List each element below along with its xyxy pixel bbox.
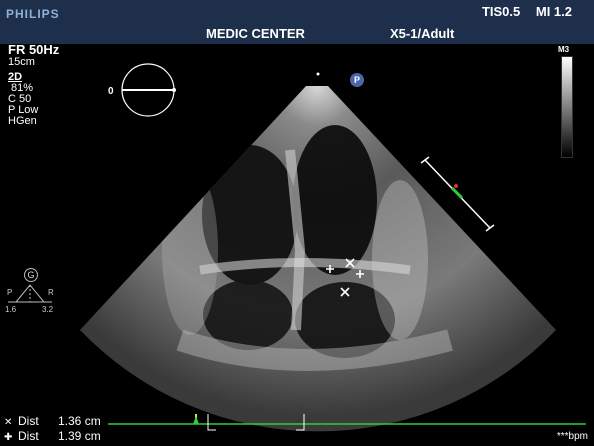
caliper-x-icon: ✕: [4, 417, 13, 428]
measurement-row: ✕ Dist 1.36 cm: [4, 414, 101, 428]
gauge-letter: G: [24, 268, 38, 282]
cardiac-chambers: [162, 125, 453, 371]
measurement-label: Dist: [18, 414, 39, 428]
caliper-plus-icon: ✚: [4, 432, 13, 443]
probe-orientation-marker: P: [350, 73, 364, 87]
gauge-left-value: 1.6: [5, 305, 17, 314]
ultrasound-image: [8, 63, 586, 432]
measurement-value: 1.39 cm: [58, 429, 101, 443]
orientation-angle-label: 0: [108, 86, 114, 97]
measurement-label: Dist: [18, 429, 39, 443]
gauge-triangle: [8, 284, 52, 303]
measurement-value: 1.36 cm: [58, 414, 101, 428]
heart-rate: ***bpm: [556, 431, 588, 442]
measurement-row: ✚ Dist 1.39 cm: [4, 429, 101, 443]
gauge-left-label: P: [7, 288, 13, 297]
gauge-right-label: R: [48, 288, 54, 297]
gauge-right-value: 3.2: [42, 305, 54, 314]
